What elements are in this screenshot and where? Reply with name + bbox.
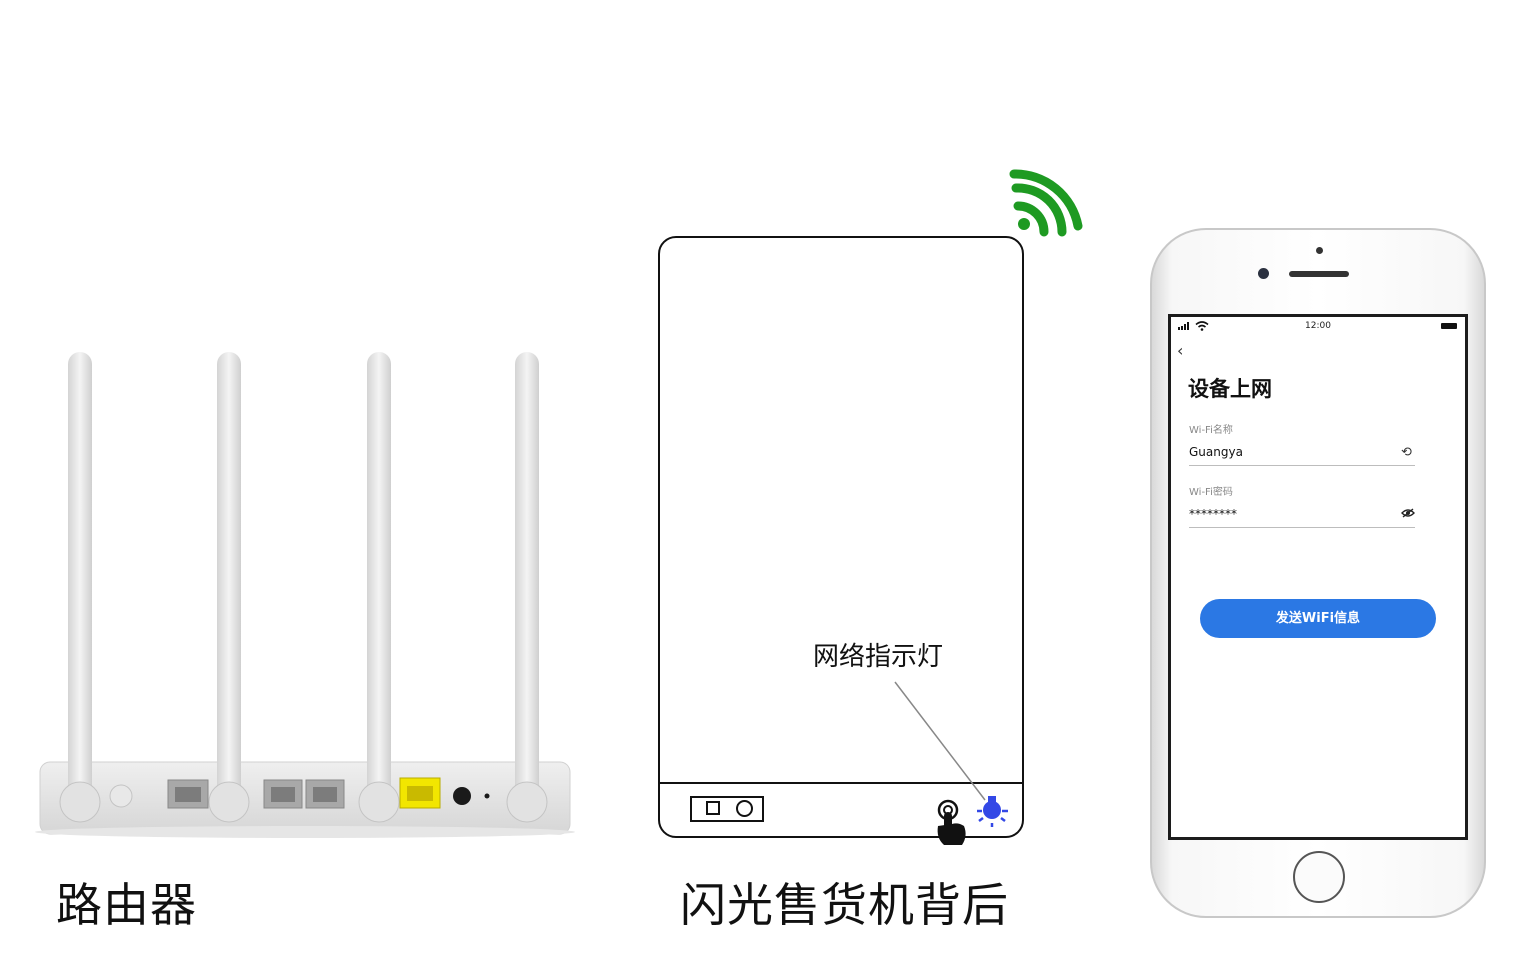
- indicator-leader-line: [894, 681, 986, 801]
- light-bulb-icon: [977, 796, 1008, 827]
- status-bar: 12:00: [1171, 317, 1465, 335]
- battery-icon: [1441, 323, 1457, 329]
- eye-off-icon[interactable]: [1401, 508, 1415, 518]
- password-label: Wi-Fi密码: [1189, 487, 1233, 498]
- password-input[interactable]: ********: [1189, 507, 1237, 521]
- front-camera: [1258, 268, 1269, 279]
- phone-sensor: [1316, 247, 1323, 254]
- ssid-input[interactable]: Guangya: [1189, 445, 1243, 459]
- refresh-icon[interactable]: ⟲: [1401, 446, 1412, 459]
- home-button[interactable]: [1293, 851, 1345, 903]
- tap-hand-icon: [937, 799, 966, 845]
- back-chevron-icon[interactable]: ‹: [1177, 343, 1183, 359]
- page-title: 设备上网: [1188, 377, 1272, 401]
- machine-caption: 闪光售货机背后: [680, 878, 1009, 932]
- password-underline: [1189, 527, 1415, 528]
- phone-speaker: [1289, 271, 1349, 277]
- send-wifi-button[interactable]: 发送WiFi信息: [1200, 599, 1436, 638]
- ssid-underline: [1189, 465, 1415, 466]
- ssid-label: Wi-Fi名称: [1189, 425, 1233, 436]
- phone-screen: 12:00 ‹ 设备上网 Wi-Fi名称 Guangya ⟲ Wi-Fi密码 *…: [1168, 314, 1468, 840]
- status-time: 12:00: [1305, 321, 1331, 331]
- wifi-signal-icon: [1009, 169, 1083, 237]
